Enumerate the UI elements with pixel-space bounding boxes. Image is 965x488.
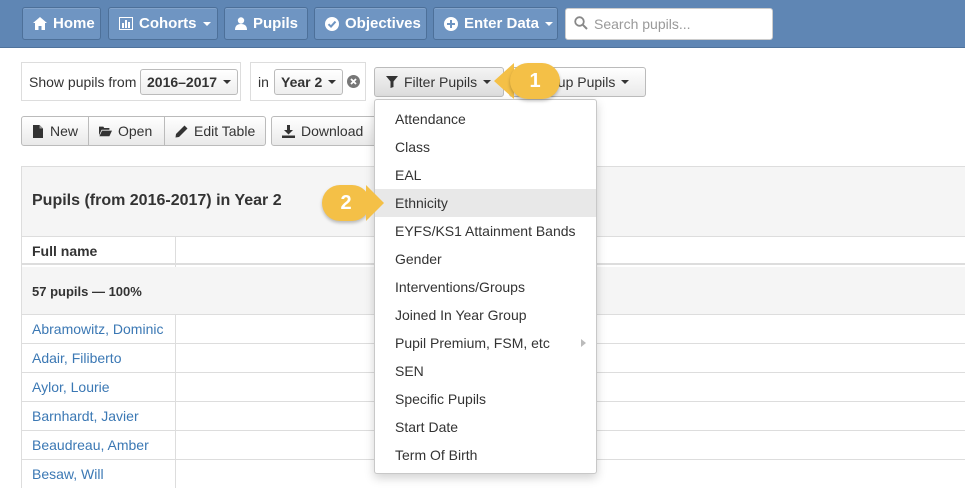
edit-table-label: Edit Table	[194, 123, 256, 139]
chevron-down-icon	[202, 21, 211, 26]
new-button[interactable]: New	[21, 116, 89, 146]
year-range-value: 2016–2017	[147, 74, 218, 90]
menu-item-label: Specific Pupils	[395, 391, 487, 407]
enter-data-label: Enter Data	[464, 15, 540, 32]
pupils-button[interactable]: Pupils	[224, 7, 308, 40]
folder-open-icon	[99, 125, 112, 138]
year-group-value: Year 2	[281, 74, 323, 90]
menu-item-ethnicity[interactable]: Ethnicity	[375, 189, 596, 217]
search-input[interactable]	[594, 16, 764, 32]
chevron-down-icon	[223, 80, 232, 84]
enter-data-button[interactable]: Enter Data	[433, 7, 558, 40]
download-label: Download	[301, 123, 364, 139]
callout-number: 2	[340, 191, 352, 214]
search-icon	[574, 15, 588, 33]
menu-item-eyfs-ks1-attainment-bands[interactable]: EYFS/KS1 Attainment Bands	[375, 217, 596, 245]
home-icon	[33, 17, 47, 31]
home-button[interactable]: Home	[22, 7, 101, 40]
plus-circle-icon	[444, 16, 458, 31]
pupil-link[interactable]: Aylor, Lourie	[32, 379, 110, 395]
bar-chart-icon	[119, 17, 133, 31]
pupil-link[interactable]: Abramowitz, Dominic	[32, 321, 163, 337]
check-circle-icon	[325, 16, 339, 31]
chevron-down-icon	[621, 80, 630, 84]
year-range-select[interactable]: 2016–2017	[140, 69, 239, 95]
home-label: Home	[53, 15, 95, 32]
callout-step-2: 2	[322, 185, 370, 221]
download-button[interactable]: Download	[271, 116, 375, 146]
pupil-link[interactable]: Adair, Filiberto	[32, 350, 121, 366]
menu-item-interventions-groups[interactable]: Interventions/Groups	[375, 273, 596, 301]
menu-item-label: Interventions/Groups	[395, 279, 525, 295]
open-label: Open	[118, 123, 153, 139]
menu-item-label: Class	[395, 139, 431, 155]
objectives-button[interactable]: Objectives	[314, 7, 427, 40]
summary-text: 57 pupils — 100%	[32, 284, 142, 299]
column-header-full-name[interactable]: Full name	[32, 243, 97, 259]
filter-dropdown-menu: Attendance Class EAL Ethnicity EYFS/KS1 …	[374, 99, 597, 474]
menu-item-label: Pupil Premium, FSM, etc	[395, 335, 550, 351]
top-navbar: Home Cohorts Pupils Objectives Enter Dat…	[0, 0, 965, 48]
filter-icon	[385, 76, 398, 89]
file-icon	[32, 124, 44, 138]
menu-item-label: EYFS/KS1 Attainment Bands	[395, 223, 576, 239]
pupil-link[interactable]: Barnhardt, Javier	[32, 408, 139, 424]
chevron-down-icon	[328, 80, 337, 84]
menu-item-sen[interactable]: SEN	[375, 357, 596, 385]
callout-step-1: 1	[510, 63, 560, 99]
menu-item-label: Start Date	[395, 419, 459, 435]
callout-number: 1	[529, 69, 541, 92]
in-label: in	[258, 74, 269, 90]
menu-item-joined-in-year-group[interactable]: Joined In Year Group	[375, 301, 596, 329]
filter-pupils-label: Filter Pupils	[404, 74, 478, 90]
pencil-icon	[175, 125, 188, 138]
menu-item-start-date[interactable]: Start Date	[375, 413, 596, 441]
show-from-label: Show pupils from	[29, 74, 137, 90]
filter-pupils-button[interactable]: Filter Pupils	[374, 67, 504, 97]
pupil-link[interactable]: Besaw, Will	[32, 466, 104, 482]
year-group-panel: in Year 2	[250, 62, 366, 101]
menu-item-eal[interactable]: EAL	[375, 161, 596, 189]
cohorts-button[interactable]: Cohorts	[108, 7, 218, 40]
table-title: Pupils (from 2016-2017) in Year 2	[32, 192, 282, 209]
year-group-select[interactable]: Year 2	[274, 69, 344, 95]
chevron-right-icon	[581, 339, 586, 347]
search-box	[565, 8, 773, 40]
user-icon	[235, 17, 247, 31]
objectives-label: Objectives	[345, 15, 421, 32]
menu-item-class[interactable]: Class	[375, 133, 596, 161]
callout-2-pointer	[366, 185, 384, 221]
menu-item-attendance[interactable]: Attendance	[375, 105, 596, 133]
download-icon	[282, 124, 295, 138]
menu-item-gender[interactable]: Gender	[375, 245, 596, 273]
new-label: New	[49, 123, 78, 139]
chevron-down-icon	[483, 80, 492, 84]
menu-item-specific-pupils[interactable]: Specific Pupils	[375, 385, 596, 413]
menu-item-term-of-birth[interactable]: Term Of Birth	[375, 441, 596, 469]
menu-item-pupil-premium[interactable]: Pupil Premium, FSM, etc	[375, 329, 596, 357]
menu-item-label: Attendance	[395, 111, 466, 127]
menu-item-label: Term Of Birth	[395, 447, 478, 463]
chevron-down-icon	[545, 21, 554, 26]
edit-table-button[interactable]: Edit Table	[164, 116, 266, 146]
menu-item-label: SEN	[395, 363, 424, 379]
cohort-year-panel: Show pupils from 2016–2017	[21, 62, 241, 101]
pupils-label: Pupils	[253, 15, 299, 32]
menu-item-label: Ethnicity	[395, 195, 448, 211]
cohorts-label: Cohorts	[139, 15, 197, 32]
menu-item-label: EAL	[395, 167, 422, 183]
pupil-link[interactable]: Beaudreau, Amber	[32, 437, 149, 453]
menu-item-label: Joined In Year Group	[395, 307, 527, 323]
menu-item-label: Gender	[395, 251, 442, 267]
open-button[interactable]: Open	[88, 116, 165, 146]
clear-icon[interactable]	[347, 75, 360, 91]
